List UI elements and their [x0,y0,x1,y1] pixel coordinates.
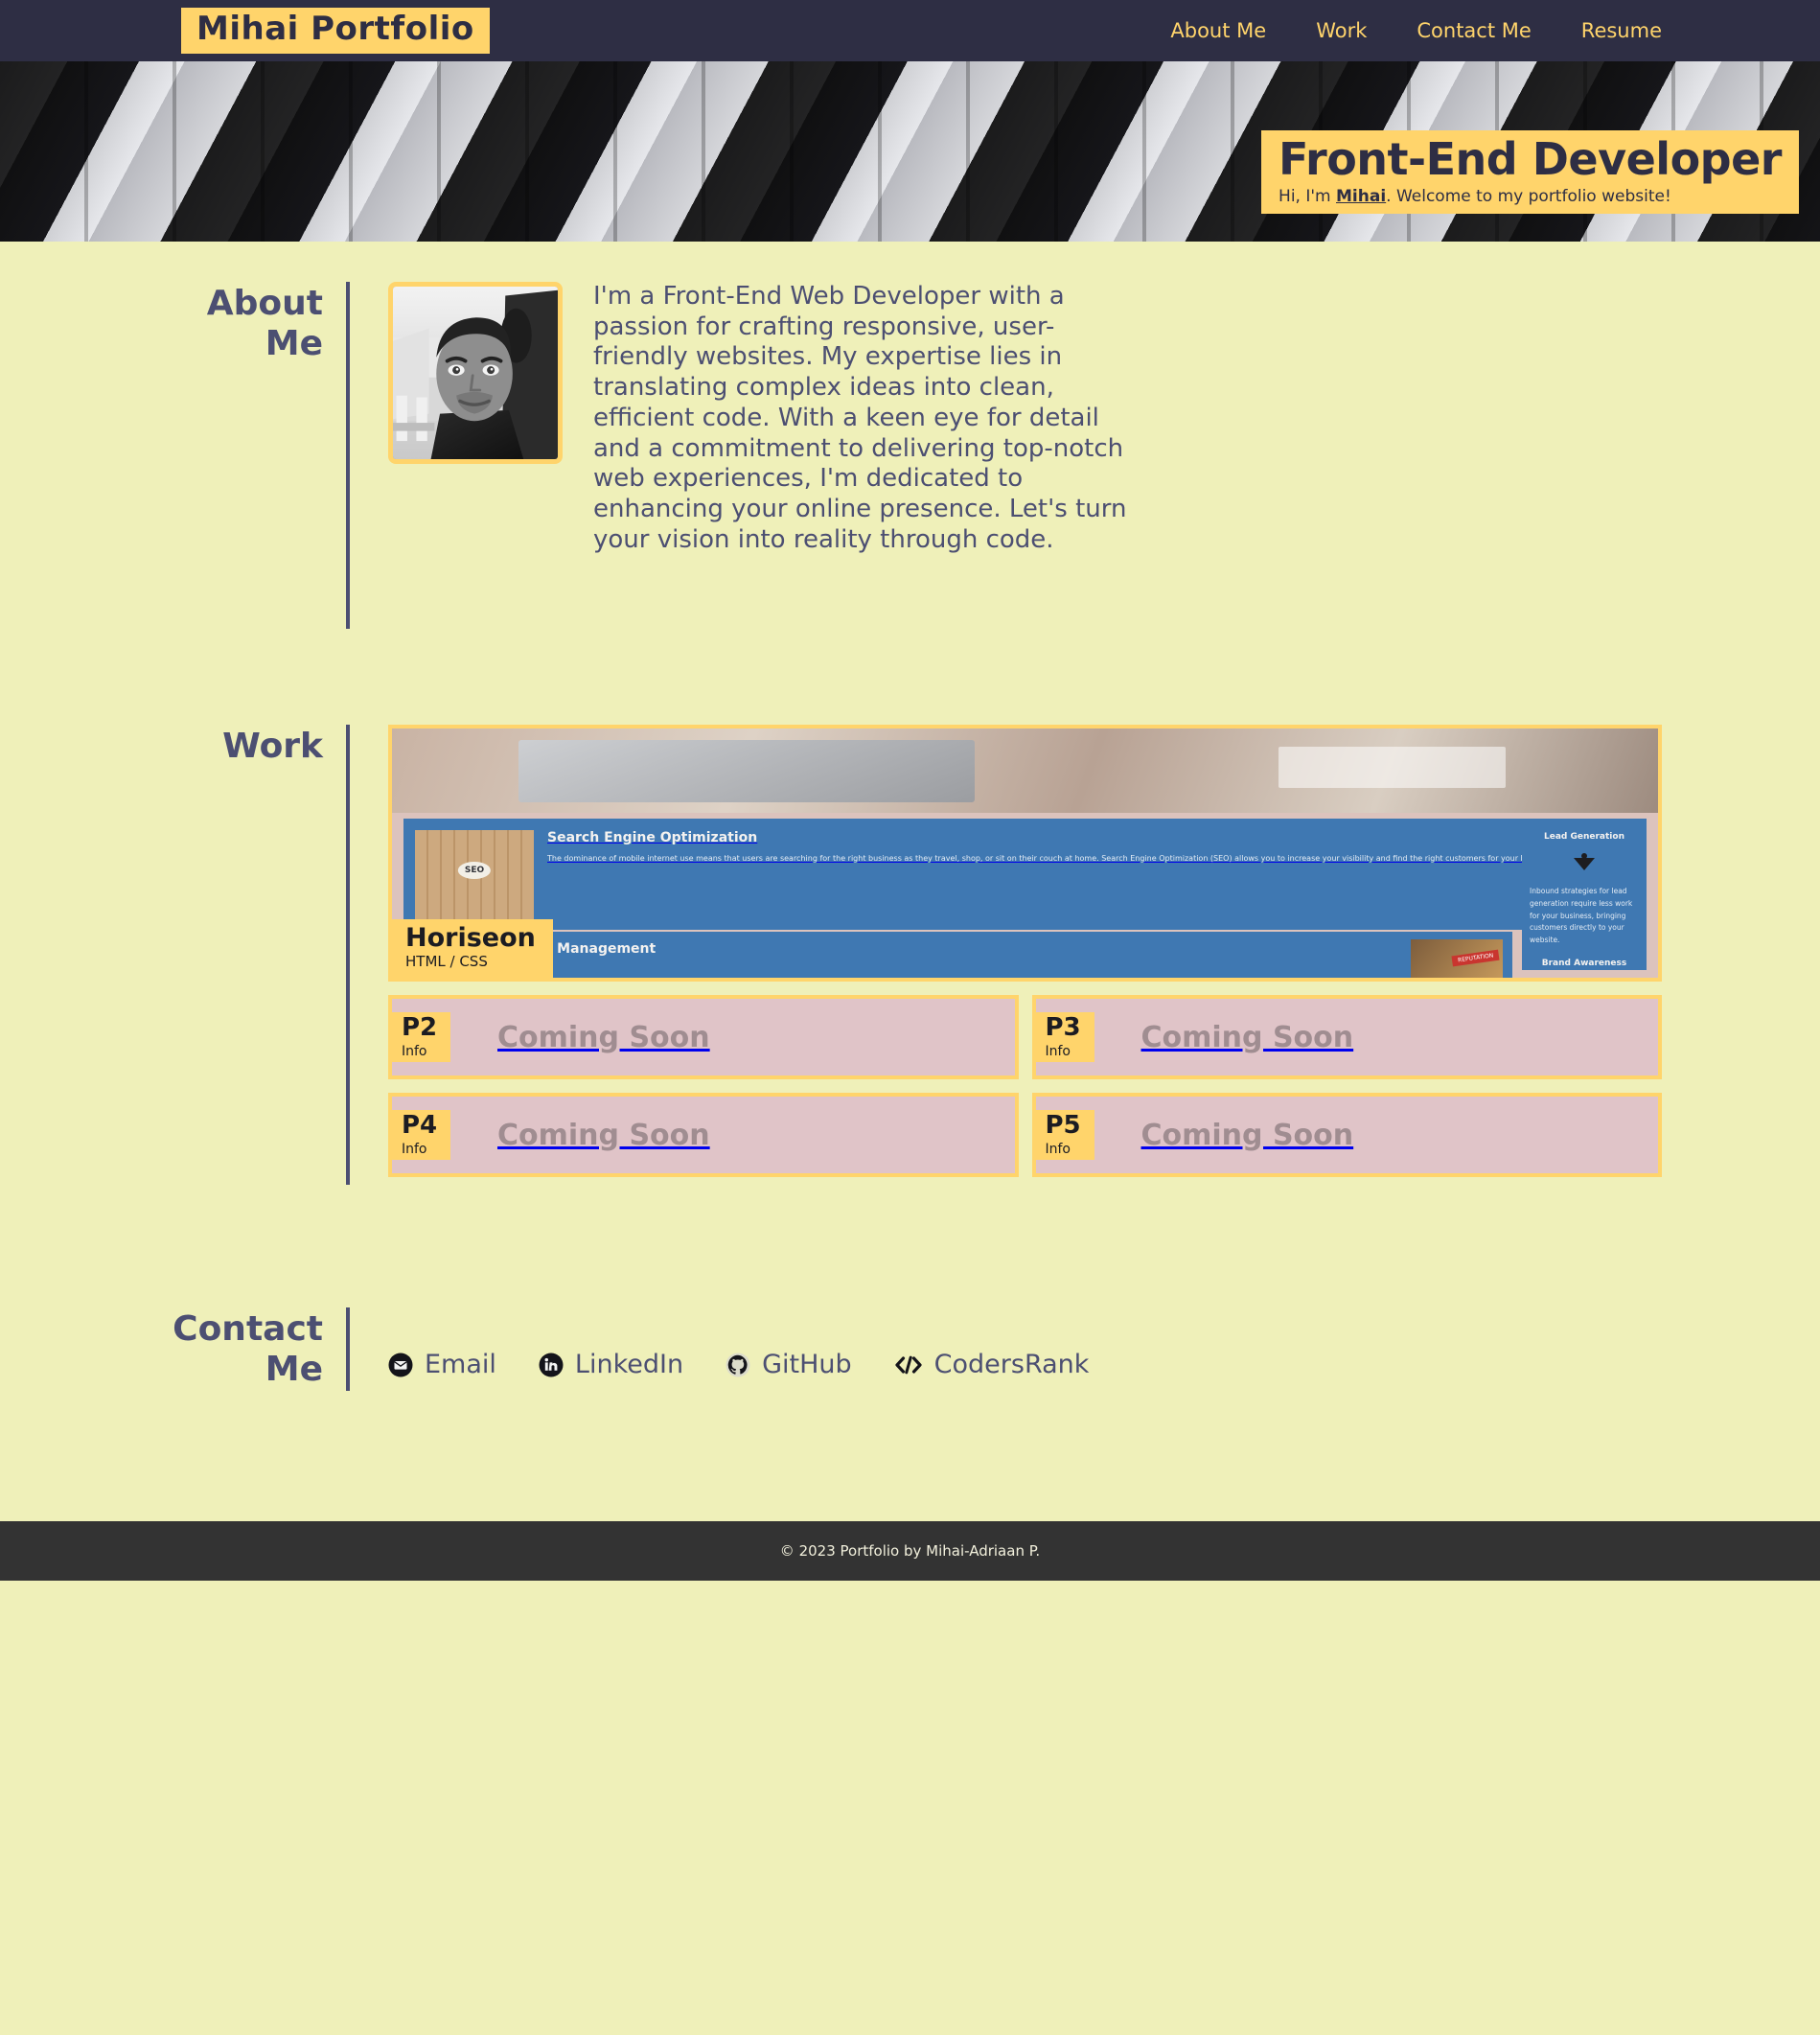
project-card-label: P5 Info [1035,1110,1094,1160]
project-card-label: P3 Info [1035,1012,1094,1062]
reputation-heading: Online Reputation Management [415,941,657,957]
contact-section-body: Email LinkedIn GitHub CodersRank [350,1307,1662,1379]
project-preview-reputation-panel: Online Reputation Management [403,932,1512,978]
project-card-label: P4 Info [392,1110,451,1160]
contact-section: Contact Me Email LinkedIn GitHub CodersR… [0,1307,1820,1391]
project-card-p2[interactable]: P2 Info Coming Soon [388,995,1019,1079]
hero-title-box: Front-End Developer Hi, I'm Mihai. Welco… [1261,130,1799,214]
project-status: Coming Soon [1140,1020,1354,1054]
project-preview-hero-image [392,728,1658,813]
contact-link-codersrank[interactable]: CodersRank [894,1350,1090,1379]
project-name: P5 [1045,1111,1081,1140]
hero-greeting-after: . Welcome to my portfolio website! [1386,186,1671,206]
brand-awareness-heading: Brand Awareness [1541,958,1627,968]
nav-link-about-me[interactable]: About Me [1170,19,1266,42]
seo-body: The dominance of mobile internet use mea… [547,854,1556,863]
contact-section-title: Contact Me [173,1309,323,1390]
hero-greeting-name: Mihai [1336,186,1387,206]
project-grid: Search Engine Optimization The dominance… [388,725,1662,1177]
work-section-title: Work [222,727,323,766]
work-section-body: Search Engine Optimization The dominance… [350,725,1662,1177]
project-status: Coming Soon [497,1118,710,1152]
project-card-label: Horiseon HTML / CSS [392,918,553,978]
project-preview-lead-panel: Lead Generation Inbound strategies for l… [1522,824,1647,970]
nav-link-contact-me[interactable]: Contact Me [1417,19,1531,42]
contact-link-label: CodersRank [933,1350,1090,1379]
hero-banner: Front-End Developer Hi, I'm Mihai. Welco… [0,61,1820,242]
project-status: Coming Soon [497,1020,710,1054]
project-card-label: P2 Info [392,1012,451,1062]
project-preview-seo-panel: Search Engine Optimization The dominance… [403,819,1647,930]
contact-link-label: Email [425,1350,496,1379]
project-status: Coming Soon [1140,1118,1354,1152]
top-navigation-bar: Mihai Portfolio About Me Work Contact Me… [0,0,1820,61]
nav-links: About Me Work Contact Me Resume [1170,19,1662,42]
contact-link-github[interactable]: GitHub [726,1350,852,1379]
nav-link-resume[interactable]: Resume [1581,19,1662,42]
page-footer: © 2023 Portfolio by Mihai-Adriaan P. [0,1520,1820,1581]
project-tech: Info [1045,1044,1071,1059]
project-card-p4[interactable]: P4 Info Coming Soon [388,1093,1019,1177]
work-section: Work Search Engine Optimization The domi… [0,725,1820,1185]
about-section-body: I'm a Front-End Web Developer with a pas… [350,282,1662,555]
seo-heading: Search Engine Optimization [547,830,758,845]
project-name: Horiseon [405,922,536,953]
hero-title: Front-End Developer [1279,133,1782,185]
project-tech: HTML / CSS [405,953,488,970]
lead-generation-body: Inbound strategies for lead generation r… [1530,887,1633,944]
project-card-p3[interactable]: P3 Info Coming Soon [1031,995,1662,1079]
github-icon [726,1353,750,1377]
avatar-portrait-icon [393,287,558,459]
project-name: P3 [1045,1013,1081,1042]
project-tech: Info [1045,1142,1071,1157]
hero-greeting-before: Hi, I'm [1279,186,1336,206]
about-section-title: About Me [206,284,323,364]
contact-link-label: GitHub [762,1350,852,1379]
project-card-horiseon[interactable]: Search Engine Optimization The dominance… [388,725,1662,982]
lead-generation-heading: Lead Generation [1544,832,1624,842]
contact-link-label: LinkedIn [574,1350,684,1379]
funnel-icon [1574,853,1595,876]
linkedin-icon [539,1353,564,1377]
reputation-thumbnail-icon [1411,939,1503,978]
about-paragraph: I'm a Front-End Web Developer with a pas… [593,282,1127,554]
project-card-p5[interactable]: P5 Info Coming Soon [1031,1093,1662,1177]
project-tech: Info [402,1044,427,1059]
hero-subtitle: Hi, I'm Mihai. Welcome to my portfolio w… [1279,187,1782,206]
contact-link-linkedin[interactable]: LinkedIn [539,1350,683,1379]
about-section: About Me I'm a Front-End Web Developer w… [0,282,1820,629]
email-icon [388,1353,413,1377]
avatar [388,282,563,464]
contact-link-email[interactable]: Email [388,1350,496,1379]
project-tech: Info [402,1142,427,1157]
contact-links: Email LinkedIn GitHub CodersRank [388,1350,1662,1379]
footer-copyright: © 2023 Portfolio by Mihai-Adriaan P. [779,1541,1041,1560]
brand-logo[interactable]: Mihai Portfolio [181,7,490,55]
project-name: P2 [402,1013,438,1042]
project-name: P4 [402,1111,438,1140]
seo-thumbnail-icon [415,830,534,922]
nav-link-work[interactable]: Work [1316,19,1367,42]
code-brackets-icon [894,1353,923,1376]
